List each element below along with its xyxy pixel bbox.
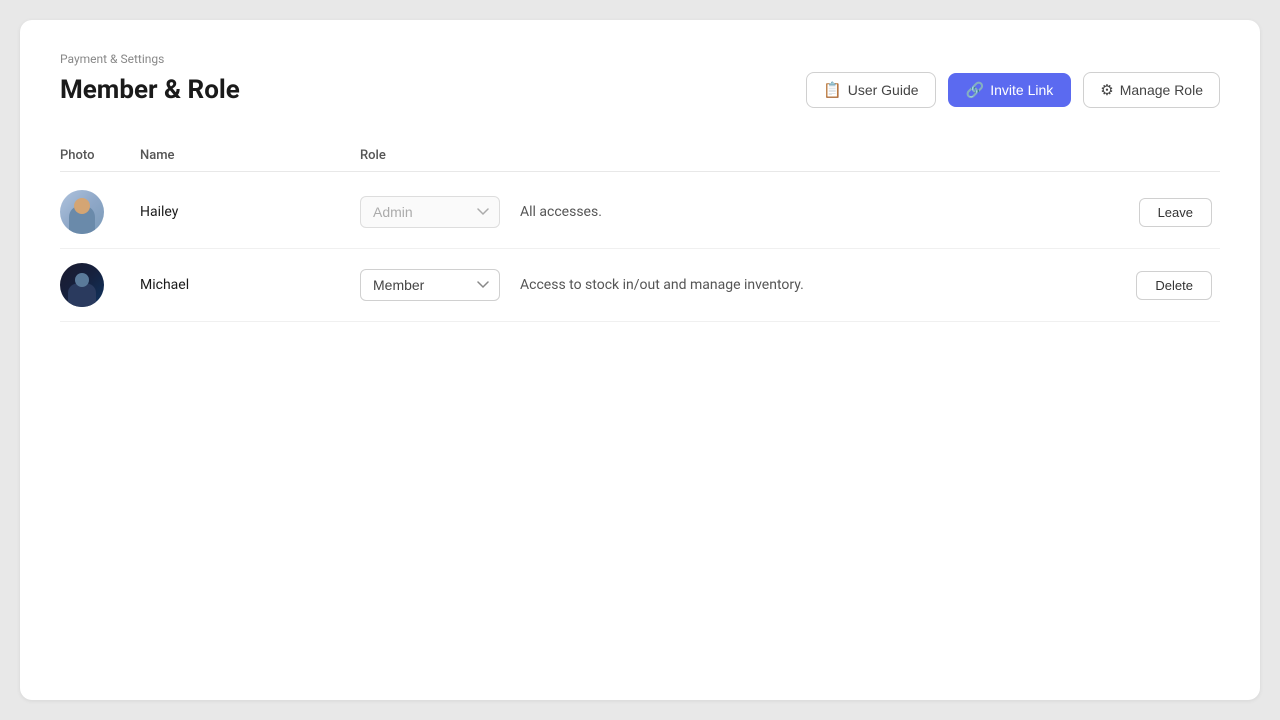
avatar — [60, 190, 104, 234]
col-access — [520, 148, 1100, 163]
col-name: Name — [140, 148, 360, 163]
table-row: Michael Admin Member Viewer Access to st… — [60, 249, 1220, 322]
avatar — [60, 263, 104, 307]
table-header: Photo Name Role — [60, 140, 1220, 172]
header-actions: 📋 User Guide 🔗 Invite Link ⚙ Manage Role — [806, 72, 1220, 108]
delete-button[interactable]: Delete — [1136, 271, 1212, 300]
access-text-hailey: All accesses. — [520, 204, 1100, 220]
col-role: Role — [360, 148, 520, 163]
page-header: Member & Role 📋 User Guide 🔗 Invite Link… — [60, 72, 1220, 108]
member-name: Hailey — [140, 204, 360, 220]
main-card: Payment & Settings Member & Role 📋 User … — [20, 20, 1260, 700]
user-guide-button[interactable]: 📋 User Guide — [806, 72, 936, 108]
invite-link-button[interactable]: 🔗 Invite Link — [948, 73, 1072, 107]
role-select-michael[interactable]: Admin Member Viewer — [360, 269, 500, 301]
member-name: Michael — [140, 277, 360, 293]
access-text-michael: Access to stock in/out and manage invent… — [520, 277, 1100, 293]
guide-icon: 📋 — [823, 81, 842, 99]
link-icon: 🔗 — [966, 81, 985, 99]
gear-icon: ⚙ — [1100, 81, 1113, 99]
user-guide-label: User Guide — [848, 82, 919, 98]
col-action — [1100, 148, 1220, 163]
breadcrumb: Payment & Settings — [60, 52, 1220, 66]
manage-role-button[interactable]: ⚙ Manage Role — [1083, 72, 1220, 108]
page-title: Member & Role — [60, 75, 240, 105]
invite-link-label: Invite Link — [990, 82, 1053, 98]
leave-button[interactable]: Leave — [1139, 198, 1212, 227]
col-photo: Photo — [60, 148, 140, 163]
role-select-hailey[interactable]: Admin Member Viewer — [360, 196, 500, 228]
table-row: Hailey Admin Member Viewer All accesses.… — [60, 176, 1220, 249]
manage-role-label: Manage Role — [1120, 82, 1203, 98]
